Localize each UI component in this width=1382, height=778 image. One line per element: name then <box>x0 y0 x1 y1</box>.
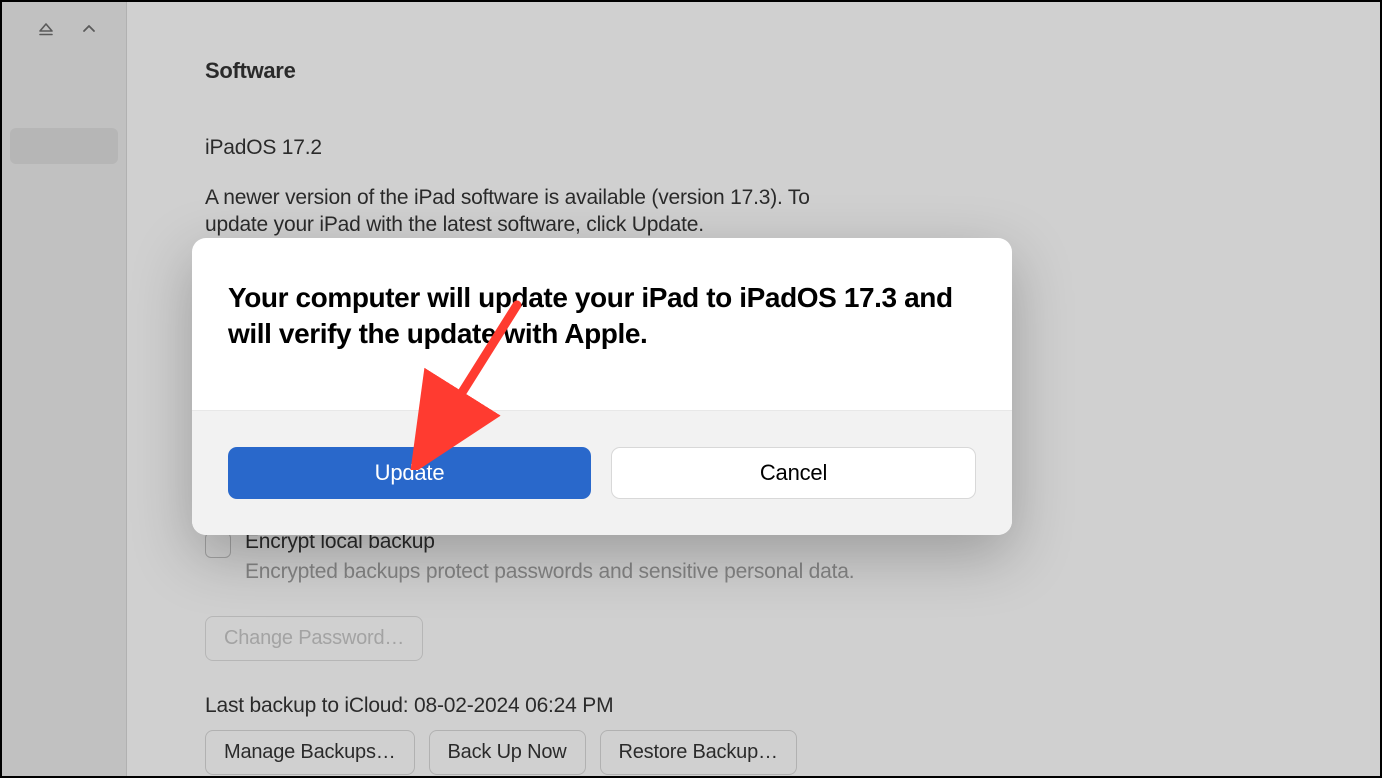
update-confirmation-modal: Your computer will update your iPad to i… <box>192 238 1012 535</box>
modal-title: Your computer will update your iPad to i… <box>228 280 976 352</box>
update-button[interactable]: Update <box>228 447 591 499</box>
cancel-button[interactable]: Cancel <box>611 447 976 499</box>
